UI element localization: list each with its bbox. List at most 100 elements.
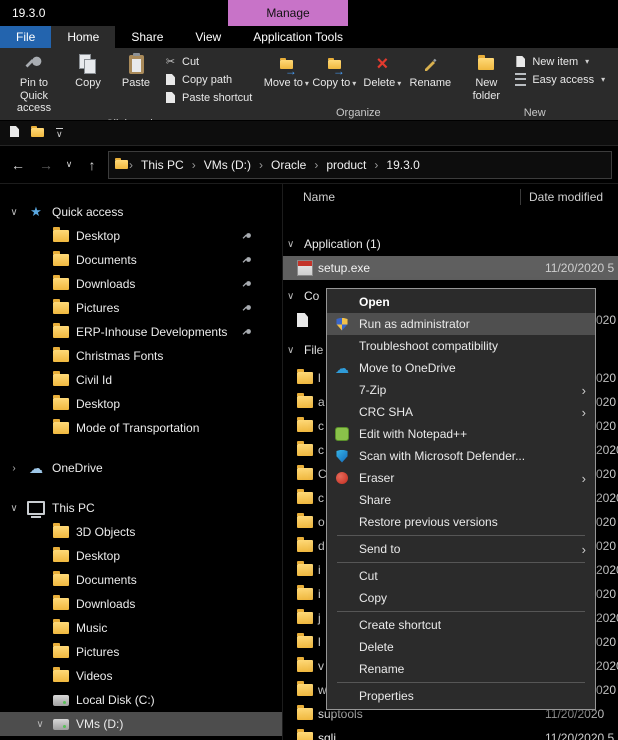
up-button[interactable]: ↑ — [80, 153, 104, 177]
paste-button-label: Paste — [121, 77, 151, 89]
qat-new-folder-icon[interactable] — [31, 126, 44, 140]
chevron-down-icon[interactable]: ∨ — [287, 239, 297, 250]
menu-item-scan-with-microsoft-defender[interactable]: Scan with Microsoft Defender... — [327, 445, 595, 467]
tab-file[interactable]: File — [0, 26, 52, 48]
this-pc-monitor-icon — [27, 501, 45, 518]
menu-item-run-as-administrator[interactable]: Run as administrator — [327, 313, 595, 335]
onedrive-cloud-icon: ☁ — [29, 460, 43, 476]
forward-button[interactable]: → — [34, 153, 58, 177]
chevron-down-icon[interactable]: ∨ — [8, 503, 20, 514]
tab-home[interactable]: Home — [51, 26, 116, 48]
pin-icon — [242, 279, 252, 293]
sidebar-item-this-pc-documents[interactable]: Documents — [0, 568, 282, 592]
sidebar-item-documents-pinned[interactable]: Documents — [0, 248, 282, 272]
back-button[interactable]: ← — [6, 153, 30, 177]
ribbon-tab-row: File Home Share View Application Tools — [0, 26, 618, 48]
rename-button[interactable]: Rename — [406, 50, 454, 92]
menu-item-properties[interactable]: Properties — [327, 685, 595, 707]
menu-item-7-zip[interactable]: 7-Zip › — [327, 379, 595, 401]
folder-row-partial[interactable]: sqlj 11/20/2020 5 — [283, 726, 618, 740]
sidebar-item-mode-of-transportation[interactable]: Mode of Transportation — [0, 416, 282, 440]
pin-icon — [242, 327, 252, 341]
sidebar-item-videos[interactable]: Videos — [0, 664, 282, 688]
column-header-name[interactable]: Name — [303, 190, 520, 204]
sidebar-item-downloads-pinned[interactable]: Downloads — [0, 272, 282, 296]
menu-item-share[interactable]: Share — [327, 489, 595, 511]
sidebar-item-pictures-pinned[interactable]: Pictures — [0, 296, 282, 320]
sidebar-item-desktop-pinned[interactable]: Desktop — [0, 224, 282, 248]
file-row-setup-exe[interactable]: setup.exe 11/20/2020 5 — [283, 256, 618, 280]
menu-item-cut[interactable]: Cut — [327, 565, 595, 587]
manage-contextual-tab[interactable]: Manage — [228, 0, 348, 26]
menu-item-create-shortcut[interactable]: Create shortcut — [327, 614, 595, 636]
copy-to-button[interactable]: → Copy to ▾ — [310, 50, 358, 92]
menu-item-troubleshoot-compatibility[interactable]: Troubleshoot compatibility — [327, 335, 595, 357]
tab-view[interactable]: View — [179, 26, 237, 48]
delete-x-icon: × — [376, 53, 389, 75]
chevron-down-icon[interactable]: ∨ — [287, 345, 297, 356]
sidebar-item-erp-inhouse-developments[interactable]: ERP-Inhouse Developments — [0, 320, 282, 344]
breadcrumb-segment-this-pc[interactable]: This PC — [134, 158, 191, 172]
menu-item-move-to-onedrive[interactable]: ☁ Move to OneDrive — [327, 357, 595, 379]
menu-item-crc-sha[interactable]: CRC SHA › — [327, 401, 595, 423]
delete-label: Delete — [363, 77, 396, 89]
breadcrumb-segment-oracle[interactable]: Oracle — [264, 158, 313, 172]
sidebar-item-vms-d[interactable]: ∨ VMs (D:) — [0, 712, 282, 736]
sidebar-item-music[interactable]: Music — [0, 616, 282, 640]
sidebar-item-civil-id[interactable]: Civil Id — [0, 368, 282, 392]
menu-item-send-to[interactable]: Send to › — [327, 538, 595, 560]
menu-item-delete[interactable]: Delete — [327, 636, 595, 658]
paste-shortcut-label: Paste shortcut — [182, 91, 253, 104]
chevron-down-icon[interactable]: ∨ — [34, 719, 46, 730]
tab-share[interactable]: Share — [115, 26, 179, 48]
sidebar-item-local-disk-c[interactable]: Local Disk (C:) — [0, 688, 282, 712]
folder-icon — [52, 619, 70, 634]
easy-access-button[interactable]: Easy access ▾ — [514, 72, 605, 87]
sidebar-item-quick-access[interactable]: ∨ ★ Quick access — [0, 200, 282, 224]
sidebar-item-this-pc[interactable]: ∨ This PC — [0, 496, 282, 520]
qat-properties-icon[interactable] — [10, 126, 19, 140]
copy-button[interactable]: Copy — [64, 50, 112, 92]
new-item-button[interactable]: New item ▾ — [514, 54, 605, 69]
paste-shortcut-button[interactable]: Paste shortcut — [164, 90, 252, 105]
chevron-down-icon[interactable]: ∨ — [287, 291, 297, 302]
new-folder-button[interactable]: New folder — [462, 50, 510, 104]
tab-application-tools[interactable]: Application Tools — [237, 26, 359, 48]
menu-item-restore-previous-versions[interactable]: Restore previous versions — [327, 511, 595, 533]
delete-button[interactable]: × Delete ▾ — [358, 50, 406, 92]
paste-button[interactable]: Paste — [112, 50, 160, 92]
breadcrumb-segment-product[interactable]: product — [319, 158, 373, 172]
sidebar-item-onedrive[interactable]: › ☁ OneDrive — [0, 456, 282, 480]
sidebar-item-3d-objects[interactable]: 3D Objects — [0, 520, 282, 544]
group-header-application[interactable]: ∨ Application (1) — [283, 232, 618, 256]
breadcrumb-segment-vms-d[interactable]: VMs (D:) — [197, 158, 258, 172]
breadcrumb-segment-19-3-0[interactable]: 19.3.0 — [379, 158, 426, 172]
column-header-date-modified[interactable]: Date modified — [521, 190, 603, 204]
easy-access-icon — [514, 73, 527, 86]
recent-locations-dropdown[interactable]: ∨ — [62, 153, 76, 177]
sidebar-item-desktop-recent[interactable]: Desktop — [0, 392, 282, 416]
sidebar-item-this-pc-downloads[interactable]: Downloads — [0, 592, 282, 616]
pin-to-quick-access-button[interactable]: Pin to Quick access — [4, 50, 64, 117]
quick-access-toolbar: ∨ — [0, 121, 618, 146]
copy-path-icon — [164, 74, 177, 85]
chevron-right-icon[interactable]: › — [8, 463, 20, 474]
menu-item-eraser[interactable]: Eraser › — [327, 467, 595, 489]
menu-item-open[interactable]: Open — [327, 291, 595, 313]
sidebar-item-this-pc-desktop[interactable]: Desktop — [0, 544, 282, 568]
menu-item-rename[interactable]: Rename — [327, 658, 595, 680]
sidebar-item-christmas-fonts[interactable]: Christmas Fonts — [0, 344, 282, 368]
cut-button[interactable]: ✂ Cut — [164, 54, 252, 69]
copy-path-button[interactable]: Copy path — [164, 72, 252, 87]
sidebar-item-this-pc-pictures[interactable]: Pictures — [0, 640, 282, 664]
menu-item-edit-with-notepad-plus-plus[interactable]: Edit with Notepad++ — [327, 423, 595, 445]
defender-shield-icon — [333, 449, 351, 463]
drive-icon — [52, 718, 70, 730]
chevron-down-icon[interactable]: ∨ — [8, 207, 20, 218]
menu-item-copy[interactable]: Copy — [327, 587, 595, 609]
folder-icon — [297, 441, 313, 456]
qat-customize-chevron-icon[interactable]: ∨ — [56, 128, 63, 139]
folder-icon — [52, 323, 70, 338]
breadcrumb[interactable]: › This PC › VMs (D:) › Oracle › product … — [108, 150, 612, 179]
move-to-button[interactable]: → Move to ▾ — [262, 50, 310, 92]
